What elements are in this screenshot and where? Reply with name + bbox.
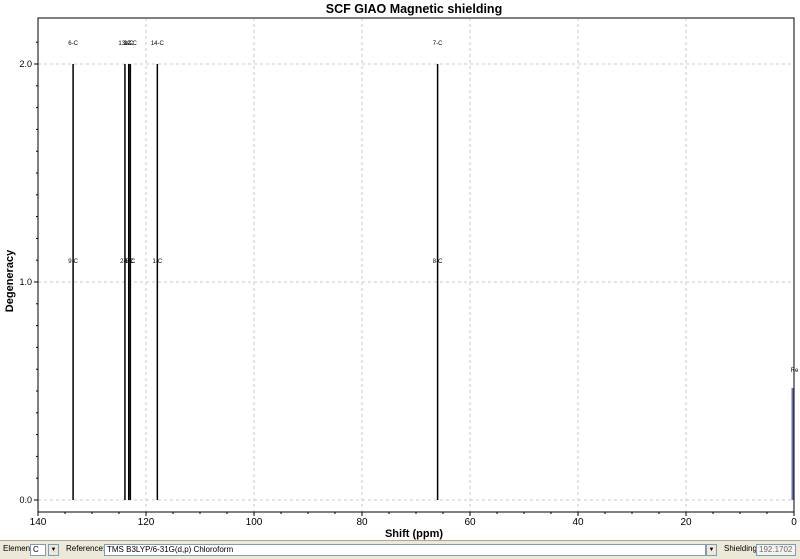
peak-label: 5-C	[126, 259, 136, 265]
peak-label: 8-C	[433, 259, 443, 265]
x-axis-label: Shift (ppm)	[385, 528, 443, 540]
x-tick-label: 40	[572, 517, 584, 528]
element-select[interactable]: C	[30, 544, 46, 556]
y-tick-label: 1.0	[19, 277, 32, 287]
plot-border	[37, 17, 795, 513]
shielding-field[interactable]: 192.1702	[756, 544, 796, 556]
shielding-label: Shielding:	[724, 544, 760, 553]
reference-select-value: TMS B3LYP/6-31G(d,p) Chloroform	[107, 545, 234, 554]
grid-lines	[38, 18, 794, 512]
peak-labels: 9-C6-C2-C13-C4-C3-C5-C12-C1-C14-C8-C7-CR…	[68, 41, 799, 374]
nmr-spectrum-chart[interactable]: SCF GIAO Magnetic shielding Shift (ppm) …	[0, 0, 800, 540]
x-tick-label: 80	[356, 517, 368, 528]
x-tick-label: 120	[138, 517, 155, 528]
plot-frame	[37, 17, 795, 513]
tick-labels: 140 120 100 80 60 40 20 0 0.0 1.0 2.0	[19, 41, 797, 528]
x-tick-label: 140	[30, 517, 47, 528]
y-tick-label: 0.0	[19, 495, 32, 505]
x-tick-label: 0	[791, 517, 797, 528]
peak-label: 7-C	[433, 41, 443, 47]
shielding-value: 192.1702	[759, 545, 793, 554]
peak-label: 6-C	[68, 41, 78, 47]
element-select-value: C	[33, 545, 39, 554]
reference-peak-label: Re	[791, 368, 799, 374]
peak-label: 12-C	[124, 41, 138, 47]
reference-label: Reference:	[66, 544, 106, 553]
peak-sticks[interactable]	[72, 64, 794, 500]
y-axis-label: Degeneracy	[4, 249, 16, 312]
x-tick-label: 20	[680, 517, 692, 528]
x-tick-label: 60	[464, 517, 476, 528]
spectrum-plot[interactable]: SCF GIAO Magnetic shielding Shift (ppm) …	[0, 0, 800, 540]
x-tick-label: 100	[246, 517, 263, 528]
reference-select[interactable]: TMS B3LYP/6-31G(d,p) Chloroform	[104, 544, 706, 556]
peak-label: 9-C	[68, 259, 78, 265]
chart-title: SCF GIAO Magnetic shielding	[326, 2, 502, 16]
peak-label: 1-C	[153, 259, 163, 265]
reference-dropdown-icon[interactable]: ▼	[706, 544, 717, 556]
peak-label: 14-C	[151, 41, 165, 47]
status-controls-bar: Element: C ▼ Reference: TMS B3LYP/6-31G(…	[0, 540, 800, 559]
y-tick-label: 2.0	[19, 59, 32, 69]
element-dropdown-icon[interactable]: ▼	[48, 544, 59, 556]
